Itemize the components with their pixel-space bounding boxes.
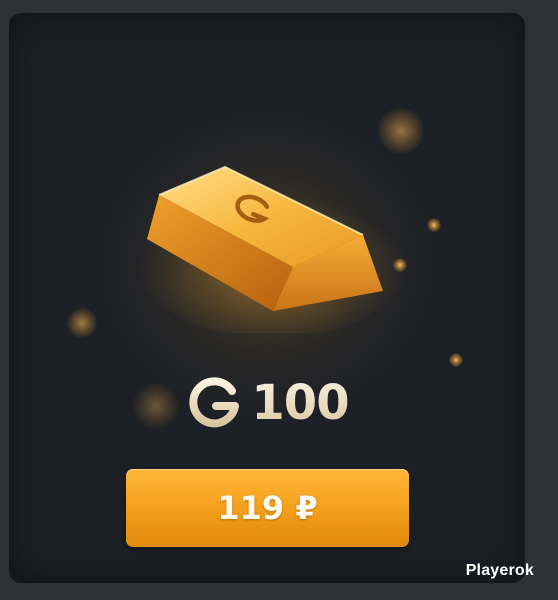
watermark-label: Playerok [465, 562, 534, 579]
g-coin-icon [189, 377, 240, 428]
currency-amount-row: 100 [9, 368, 525, 438]
gold-bar-icon [138, 165, 403, 333]
buy-price-button[interactable]: 119 ₽ [126, 469, 409, 547]
sparkle-glow [449, 353, 463, 367]
sparkle-glow [67, 308, 97, 338]
price-label: 119 ₽ [217, 489, 318, 527]
currency-amount: 100 [251, 375, 349, 431]
sparkle-glow [427, 218, 441, 232]
product-card[interactable]: 100 119 ₽ [9, 13, 525, 583]
